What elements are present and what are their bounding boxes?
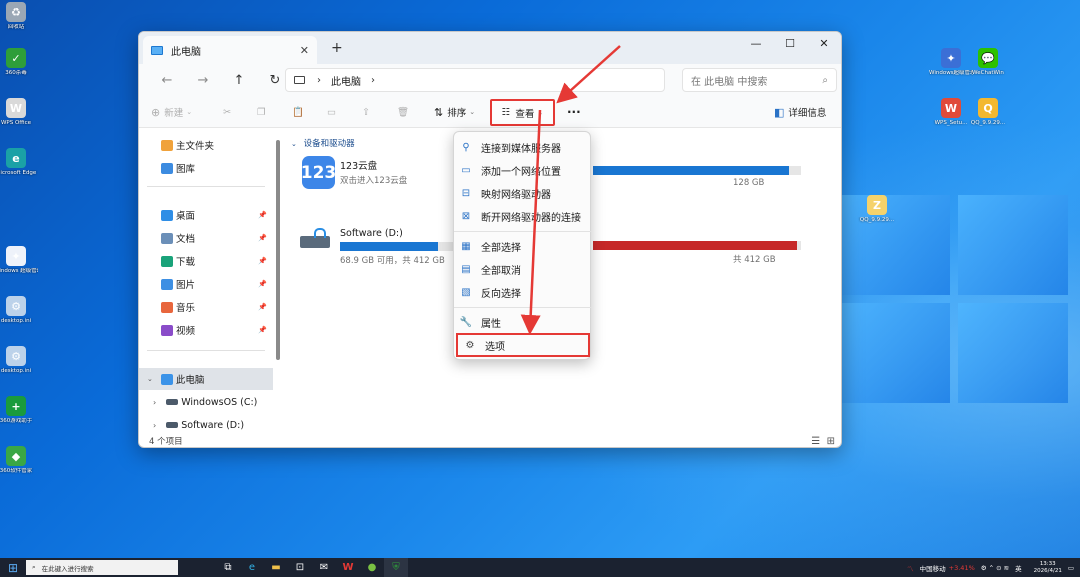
search-icon: ⌕ bbox=[32, 563, 36, 571]
date: 2026/4/21 bbox=[1033, 567, 1062, 574]
wps-taskbar-icon[interactable]: W bbox=[336, 558, 360, 577]
mail-taskbar-icon[interactable]: ✉ bbox=[312, 558, 336, 577]
security-taskbar-icon[interactable]: ⛨ bbox=[384, 558, 408, 577]
ime-indicator[interactable]: 英 bbox=[1015, 563, 1022, 573]
arrow-to-view-button bbox=[556, 45, 621, 104]
arrow-to-options-item bbox=[520, 109, 542, 335]
game-taskbar-icon[interactable]: ● bbox=[360, 558, 384, 577]
system-tray: 〽 中国移动 +3.41% ⚙ ⌃ ⊙ ≋ 英 13:33 2026/4/21 … bbox=[901, 558, 1074, 577]
stock-name[interactable]: 中国移动 bbox=[920, 563, 946, 573]
stock-change: +3.41% bbox=[948, 563, 975, 572]
notification-icon[interactable]: ▭ bbox=[1068, 564, 1074, 572]
taskbar-search-placeholder: 在此键入进行搜索 bbox=[41, 564, 94, 573]
file-explorer-taskbar-icon[interactable]: ▬ bbox=[264, 558, 288, 577]
stock-icon: 〽 bbox=[907, 564, 914, 573]
edge-taskbar-icon[interactable]: e bbox=[240, 558, 264, 577]
annotation-arrows bbox=[520, 45, 621, 335]
taskbar: ⊞ ⌕ 在此键入进行搜索 ⧉ e ▬ ⊡ ✉ W ● ⛨ 〽 中国移动 +3.4… bbox=[0, 558, 1080, 577]
taskbar-search[interactable]: ⌕ 在此键入进行搜索 bbox=[26, 560, 178, 575]
start-button[interactable]: ⊞ bbox=[0, 561, 26, 575]
store-taskbar-icon[interactable]: ⊡ bbox=[288, 558, 312, 577]
tray-icons[interactable]: ⚙ ⌃ ⊙ ≋ bbox=[981, 564, 1009, 572]
time: 13:33 bbox=[1039, 560, 1056, 567]
task-view-icon[interactable]: ⧉ bbox=[216, 558, 240, 577]
clock[interactable]: 13:33 2026/4/21 bbox=[1028, 561, 1062, 575]
